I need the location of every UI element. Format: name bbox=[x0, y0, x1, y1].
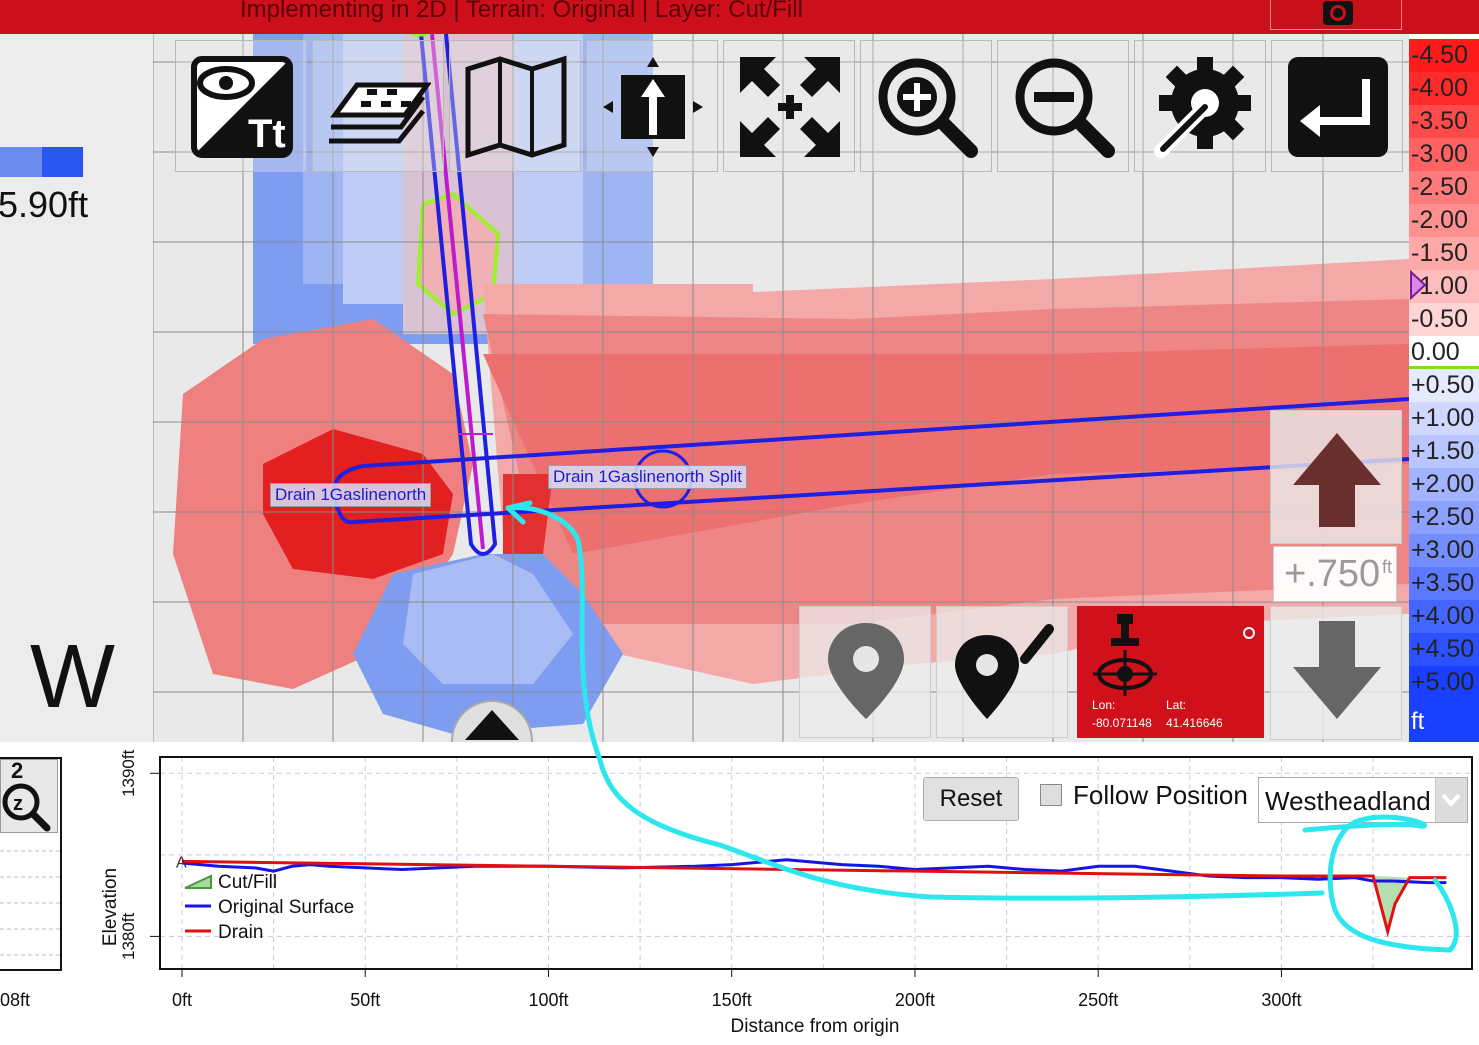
start-marker: A bbox=[176, 854, 187, 871]
raise-button[interactable] bbox=[1270, 410, 1402, 544]
settings-button[interactable] bbox=[1134, 40, 1266, 172]
legend-item: +4.50 bbox=[1409, 633, 1479, 666]
pin-edit-icon bbox=[955, 624, 1054, 719]
drain-label-left[interactable]: Drain 1Gaslinenorth bbox=[270, 483, 432, 507]
screenshot-button[interactable] bbox=[1270, 0, 1402, 30]
legend-item: +1.00 bbox=[1409, 402, 1479, 435]
x-tick-label: 250ft bbox=[1078, 990, 1118, 1010]
legend-item: +3.50 bbox=[1409, 567, 1479, 600]
legend-item: -4.00 bbox=[1409, 72, 1479, 105]
zoom-out-icon bbox=[1015, 58, 1115, 158]
y-tick-label: 1380ft bbox=[119, 912, 138, 960]
elevation-offset-control: +.750 ft bbox=[1270, 410, 1402, 740]
legend-item: -4.50 bbox=[1409, 39, 1479, 72]
x-axis-ticks: 0ft 50ft 100ft 150ft 200ft 250ft 300ft bbox=[172, 969, 1301, 1010]
svg-text:Tt: Tt bbox=[248, 112, 286, 156]
y-axis-ticks: 1380ft 1390ft bbox=[119, 749, 160, 960]
x-tick-label: 150ft bbox=[712, 990, 752, 1010]
window-title: Implementing in 2D | Terrain: Original |… bbox=[240, 0, 803, 23]
elevation-step-value: +.750 bbox=[1284, 553, 1381, 595]
layers-button[interactable] bbox=[312, 40, 444, 172]
lower-button[interactable] bbox=[1270, 606, 1402, 740]
legend-item: +4.00 bbox=[1409, 600, 1479, 633]
legend-item: +2.50 bbox=[1409, 501, 1479, 534]
route-select-dropdown[interactable] bbox=[1435, 778, 1467, 822]
depth-bar-light bbox=[0, 147, 42, 177]
legend-swatch-cutfill bbox=[184, 874, 212, 889]
layers-icon bbox=[329, 82, 431, 144]
x-tick-label: 200ft bbox=[895, 990, 935, 1010]
y-axis-label: Elevation bbox=[100, 868, 121, 946]
zoom-out-button[interactable] bbox=[997, 40, 1129, 172]
arrow-down-icon bbox=[1293, 621, 1381, 719]
depth-readout: 5.90ft bbox=[0, 184, 89, 225]
current-level-marker-icon bbox=[1410, 270, 1427, 300]
lon-label: Lon: bbox=[1092, 698, 1116, 712]
legend-item: -3.00 bbox=[1409, 138, 1479, 171]
north-arrow-icon bbox=[603, 57, 703, 157]
map-pin-icon bbox=[828, 623, 904, 719]
depth-bar-dark bbox=[42, 147, 83, 177]
elevation-step-unit: ft bbox=[1382, 557, 1393, 577]
north-up-button[interactable] bbox=[586, 40, 718, 172]
legend-unit: ft bbox=[1411, 708, 1425, 735]
expand-arrows-icon bbox=[740, 57, 840, 157]
drop-pin-button[interactable] bbox=[799, 606, 931, 738]
edit-pin-button[interactable] bbox=[936, 606, 1068, 738]
status-dot-icon bbox=[1243, 627, 1255, 639]
lat-value: 41.416646 bbox=[1166, 716, 1223, 730]
gps-position-button[interactable]: Lon: Lat: -80.071148 41.416646 bbox=[1077, 606, 1264, 738]
map-icon bbox=[465, 55, 567, 159]
return-arrow-icon bbox=[1288, 57, 1388, 157]
chevron-down-icon bbox=[1441, 793, 1461, 808]
legend-label-original-surface: Original Surface bbox=[218, 897, 354, 918]
legend-label-drain: Drain bbox=[218, 922, 263, 943]
legend-item: +1.50 bbox=[1409, 435, 1479, 468]
cut-fill-legend: -4.50 -4.00 -3.50 -3.00 -2.50 -2.00 -1.5… bbox=[1409, 34, 1479, 742]
chart-legend: Cut/Fill Original Surface Drain bbox=[184, 872, 354, 943]
arrow-up-icon bbox=[1293, 433, 1381, 527]
zoom-in-icon bbox=[878, 58, 978, 158]
follow-position-checkbox[interactable] bbox=[1040, 784, 1062, 806]
lon-value: -80.071148 bbox=[1092, 716, 1152, 730]
compass-heading: W bbox=[30, 627, 115, 727]
camera-icon bbox=[1323, 1, 1353, 25]
follow-position-label[interactable]: Follow Position bbox=[1073, 780, 1248, 811]
route-select[interactable]: Westheadland bbox=[1258, 777, 1468, 823]
legend-item: -1.50 bbox=[1409, 237, 1479, 270]
route-select-value: Westheadland bbox=[1265, 786, 1431, 816]
lat-label: Lat: bbox=[1166, 698, 1187, 712]
view-text-toggle-button[interactable]: Tt bbox=[175, 40, 307, 172]
map-button[interactable] bbox=[449, 40, 581, 172]
x-tick-label: 50ft bbox=[350, 990, 380, 1010]
legend-item: +3.00 bbox=[1409, 534, 1479, 567]
x-tick-label: 300ft bbox=[1261, 990, 1301, 1010]
x-tick-label: 0ft bbox=[172, 990, 192, 1010]
zoom-in-button[interactable] bbox=[860, 40, 992, 172]
x-axis-label: Distance from origin bbox=[731, 1016, 900, 1037]
return-button[interactable] bbox=[1271, 40, 1403, 172]
profile-panel: 2 z 08ft 0ft 50ft 100ft 150ft 200ft 250ft 300f… bbox=[0, 742, 1479, 1045]
legend-item: -2.50 bbox=[1409, 171, 1479, 204]
legend-item: -3.50 bbox=[1409, 105, 1479, 138]
gear-wrench-icon bbox=[1154, 57, 1251, 158]
elevation-step-field[interactable]: +.750 ft bbox=[1273, 546, 1397, 602]
drain-label-split[interactable]: Drain 1Gaslinenorth Split bbox=[548, 465, 747, 489]
gps-target-icon bbox=[1093, 614, 1157, 696]
legend-item: +2.00 bbox=[1409, 468, 1479, 501]
title-bar: Implementing in 2D | Terrain: Original |… bbox=[0, 0, 1479, 34]
legend-item: +5.00 bbox=[1409, 666, 1479, 699]
legend-item: -2.00 bbox=[1409, 204, 1479, 237]
series-line-drain bbox=[181, 859, 1447, 938]
fit-extent-button[interactable] bbox=[723, 40, 855, 172]
legend-item: +0.50 bbox=[1409, 369, 1479, 402]
y-tick-label: 1390ft bbox=[119, 749, 138, 797]
eye-text-icon: Tt bbox=[191, 56, 293, 158]
legend-item: -0.50 bbox=[1409, 303, 1479, 336]
legend-label-cutfill: Cut/Fill bbox=[218, 872, 277, 893]
x-tick-label: 100ft bbox=[528, 990, 568, 1010]
reset-button[interactable]: Reset bbox=[923, 777, 1019, 821]
legend-item-zero: 0.00 bbox=[1409, 336, 1479, 369]
left-info-panel: 5.90ft W bbox=[0, 34, 153, 742]
